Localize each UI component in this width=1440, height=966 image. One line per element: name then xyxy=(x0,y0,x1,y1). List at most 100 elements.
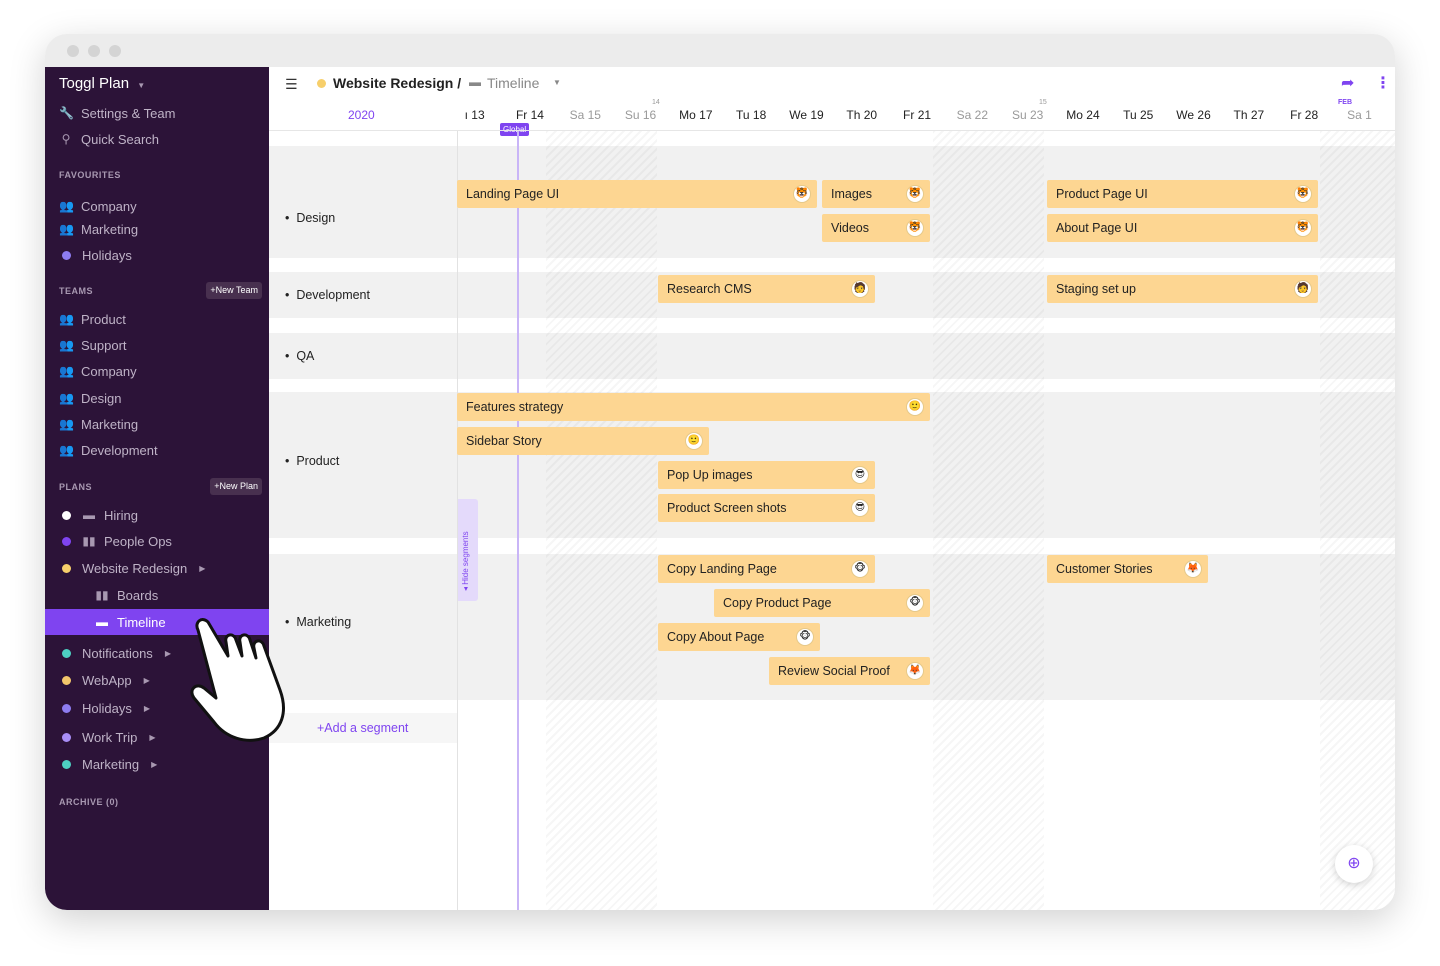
plan-label: Website Redesign xyxy=(82,560,188,576)
team-support[interactable]: 👥 Support xyxy=(59,334,127,356)
plan-label: Holidays xyxy=(82,700,132,716)
avatar: 🐵 xyxy=(906,594,924,612)
new-plan-button[interactable]: +New Plan xyxy=(210,478,262,495)
task-label: About Page UI xyxy=(1056,221,1138,235)
task-bar[interactable]: Copy Product Page 🐵 xyxy=(714,589,930,617)
task-label: Research CMS xyxy=(667,282,752,296)
task-label: Images xyxy=(831,187,872,201)
task-bar[interactable]: Product Page UI 🐯 xyxy=(1047,180,1318,208)
plan-holidays[interactable]: Holidays ▶ xyxy=(59,697,150,719)
window-minimize-button[interactable] xyxy=(88,45,100,57)
task-bar[interactable]: Research CMS 🧑 xyxy=(658,275,875,303)
team-marketing[interactable]: 👥 Marketing xyxy=(59,413,138,435)
task-bar[interactable]: Staging set up 🧑 xyxy=(1047,275,1318,303)
task-bar[interactable]: Features strategy 🙂 xyxy=(457,393,930,421)
avatar: 🐵 xyxy=(796,628,814,646)
more-options-icon[interactable]: ⋮ xyxy=(1375,73,1391,93)
plan-color-dot xyxy=(317,79,326,88)
task-label: Copy Landing Page xyxy=(667,562,777,576)
plan-color-dot xyxy=(62,250,71,260)
plan-hiring[interactable]: ▬ Hiring xyxy=(59,504,138,526)
task-label: Staging set up xyxy=(1056,282,1136,296)
team-design[interactable]: 👥 Design xyxy=(59,387,121,409)
day-label: Th 27 xyxy=(1233,108,1265,122)
task-bar[interactable]: Images 🐯 xyxy=(822,180,930,208)
hand-pointer-icon xyxy=(190,618,285,742)
plan-view-timeline[interactable]: ▬ Timeline xyxy=(95,611,166,633)
task-bar[interactable]: Copy Landing Page 🐵 xyxy=(658,555,875,583)
window-maximize-button[interactable] xyxy=(109,45,121,57)
day-label: Fr 14 xyxy=(515,108,544,122)
task-bar[interactable]: Copy About Page 🐵 xyxy=(658,623,820,651)
view-label: Boards xyxy=(117,587,159,603)
task-bar[interactable]: Product Screen shots 😎 xyxy=(658,494,875,522)
chevron-right-icon: ▶ xyxy=(149,732,156,742)
archive-link[interactable]: ARCHIVE (0) xyxy=(59,797,119,807)
team-development[interactable]: 👥 Development xyxy=(59,439,158,461)
share-icon[interactable]: ➦ xyxy=(1341,73,1354,93)
task-bar[interactable]: Landing Page UI 🐯 xyxy=(457,180,817,208)
task-label: Pop Up images xyxy=(667,468,753,482)
team-company[interactable]: 👥 Company xyxy=(59,360,137,382)
plan-marketing[interactable]: Marketing ▶ xyxy=(59,753,157,775)
favourite-company[interactable]: 👥 Company xyxy=(59,195,137,217)
avatar: 😎 xyxy=(851,499,869,517)
task-label: Review Social Proof xyxy=(778,664,890,678)
favourite-label: Marketing xyxy=(81,221,139,237)
plan-notifications[interactable]: Notifications ▶ xyxy=(59,642,171,664)
task-bar[interactable]: About Page UI 🐯 xyxy=(1047,214,1318,242)
plan-people-ops[interactable]: ▮▮ People Ops xyxy=(59,530,172,552)
task-bar[interactable]: Pop Up images 😎 xyxy=(658,461,875,489)
hide-segments-toggle[interactable]: ◂ Hide segments xyxy=(458,499,478,601)
chevron-down-icon[interactable]: ▼ xyxy=(553,78,561,87)
breadcrumb-project[interactable]: Website Redesign / xyxy=(333,75,461,91)
timeline-icon: ▬ xyxy=(96,615,108,629)
avatar: 🐯 xyxy=(1294,185,1312,203)
workspace-switcher[interactable]: Toggl Plan ▼ xyxy=(59,75,145,92)
new-team-button[interactable]: +New Team xyxy=(206,282,262,299)
add-segment-button[interactable]: +Add a segment xyxy=(317,721,408,735)
segment-development[interactable]: • Development xyxy=(285,288,370,302)
avatar: 🧑 xyxy=(1294,280,1312,298)
team-label: Product xyxy=(81,311,126,327)
task-label: Features strategy xyxy=(466,400,564,414)
task-bar[interactable]: Videos 🐯 xyxy=(822,214,930,242)
segment-row-qa xyxy=(269,333,1395,379)
board-icon: ▮▮ xyxy=(95,588,109,602)
favourite-marketing[interactable]: 👥 Marketing xyxy=(59,218,138,240)
plan-webapp[interactable]: WebApp ▶ xyxy=(59,669,150,691)
week-number: 14 xyxy=(652,99,660,106)
month-label: FEB xyxy=(1338,99,1352,106)
avatar: 🙂 xyxy=(906,398,924,416)
segment-qa[interactable]: • QA xyxy=(285,349,314,363)
segment-product[interactable]: • Product xyxy=(285,454,339,468)
quick-search-link[interactable]: ⚲ Quick Search xyxy=(59,128,159,150)
breadcrumb-view[interactable]: Timeline xyxy=(487,75,539,91)
team-label: Marketing xyxy=(81,416,139,432)
menu-toggle-icon[interactable]: ☰ xyxy=(285,76,298,93)
task-bar[interactable]: Sidebar Story 🙂 xyxy=(457,427,709,455)
team-icon: 👥 xyxy=(59,222,74,236)
plan-view-boards[interactable]: ▮▮ Boards xyxy=(95,584,158,606)
day-label: Fr 21 xyxy=(903,108,932,122)
plan-color-dot xyxy=(62,675,71,685)
segment-design[interactable]: • Design xyxy=(285,211,335,225)
plan-website-redesign[interactable]: Website Redesign ▶ xyxy=(59,557,205,579)
timeline-main: ☰ Website Redesign / ▬ Timeline ▼ ➦ ⋮ 20… xyxy=(269,67,1395,910)
avatar: 🐯 xyxy=(793,185,811,203)
settings-link[interactable]: 🔧 Settings & Team xyxy=(59,102,175,124)
plan-color-dot xyxy=(62,510,71,520)
task-bar[interactable]: Customer Stories 🦊 xyxy=(1047,555,1208,583)
window-close-button[interactable] xyxy=(67,45,79,57)
app-window: Toggl Plan ▼ 🔧 Settings & Team ⚲ Quick Sea… xyxy=(45,34,1395,910)
task-bar[interactable]: Review Social Proof 🦊 xyxy=(769,657,930,685)
day-label: Su 23 xyxy=(1011,108,1044,122)
favourite-holidays[interactable]: Holidays xyxy=(59,244,132,266)
team-product[interactable]: 👥 Product xyxy=(59,308,126,330)
day-label: ı 13 xyxy=(464,108,485,122)
zoom-icon[interactable]: ⊕ xyxy=(1335,845,1373,883)
task-label: Videos xyxy=(831,221,869,235)
plan-work-trip[interactable]: Work Trip ▶ xyxy=(59,726,156,748)
day-label: Fr 28 xyxy=(1290,108,1319,122)
task-label: Copy Product Page xyxy=(723,596,832,610)
